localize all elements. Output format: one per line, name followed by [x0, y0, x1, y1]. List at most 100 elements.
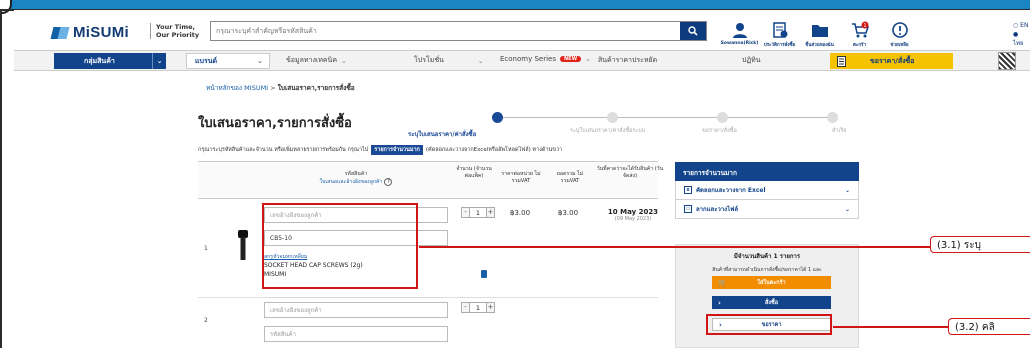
nav-promo[interactable]: โปรโมชั่น ⌄	[414, 55, 484, 66]
user-icon	[732, 23, 747, 38]
table-row: 2 เลขอ้างอิงของลูกค้า รหัสสินค้า - 1 +	[198, 298, 658, 348]
th-ship-date: วันที่คาดว่าจะได้รับสินค้า (วันจัดส่ง)	[596, 166, 664, 179]
file-icon: ▭	[684, 205, 692, 213]
part-number-input[interactable]: รหัสสินค้า	[264, 326, 448, 342]
step-label-2: ระบุใบเสนอราคา/ค่าสั่งซื้อระบบ	[570, 128, 646, 134]
new-badge: NEW	[560, 56, 582, 62]
breadcrumb-home[interactable]: หน้าหลักของ MISUMI	[206, 84, 268, 92]
qty-minus-button[interactable]: -	[461, 207, 470, 218]
nav-saving[interactable]: สินค้าราคาประหยัด	[598, 55, 657, 66]
paste-excel-option[interactable]: x คัดลอกและวางจาก Excel ⌄	[675, 181, 859, 200]
slogan-line1: Your Time,	[156, 23, 195, 31]
nav-category-button[interactable]: กลุ่มสินค้า ⌄	[54, 53, 166, 69]
slogan-line2: Our Priority	[156, 31, 200, 39]
summary-subtitle: สินค้าที่สามารถดำเนินการสั่งซื้อ/ขอราคาไ…	[712, 267, 822, 273]
lang-th-label: ไทย	[1013, 40, 1024, 47]
step-dot-2	[607, 112, 618, 123]
breadcrumb-separator: >	[268, 84, 278, 92]
top-strip	[0, 0, 1030, 9]
th-unit-price: ราคาต่อหน่วย ไม่รวมVAT	[501, 171, 541, 184]
quantity-stepper: - 1 +	[461, 302, 495, 313]
my-parts-label: ชิ้นส่วนของฉัน	[805, 43, 834, 48]
lang-en-option[interactable]: ○ EN	[1013, 21, 1030, 30]
help-circle-icon[interactable]: ?	[384, 178, 393, 186]
highlight-box-quote	[706, 314, 832, 335]
breadcrumb: หน้าหลักของ MISUMI > ใบเสนอราคา,รายการสั…	[206, 83, 355, 93]
order-history-icon	[772, 22, 787, 38]
customer-ref-input[interactable]: เลขอ้างอิงของลูกค้า	[264, 302, 448, 318]
cart-icon: 1	[851, 21, 869, 38]
row-number: 2	[204, 317, 208, 324]
intro-text-after: (คัดลอกและวางจากExcelหรืออัพโหลดไฟล์) ทา…	[425, 147, 563, 153]
order-button[interactable]: › สั่งซื้อ	[712, 296, 831, 309]
breadcrumb-current: ใบเสนอราคา,รายการสั่งซื้อ	[277, 84, 355, 92]
summary-title: มีจำนวนสินค้า 1 รายการ	[733, 253, 801, 260]
nav-saving-label: สินค้าราคาประหยัด	[598, 56, 658, 64]
account-menu[interactable]: Sowanna(Rick)	[720, 21, 759, 48]
step-dot-4	[827, 112, 838, 123]
drag-file-option[interactable]: ▭ ลากและวางไฟล์ ⌄	[675, 200, 859, 219]
order-label: สั่งซื้อ	[764, 299, 779, 306]
drag-file-label: ลากและวางไฟล์	[696, 206, 739, 213]
step-dot-3	[717, 112, 728, 123]
folder-icon	[811, 25, 828, 37]
lang-th-option[interactable]: ● ไทย	[1013, 30, 1030, 48]
nav-category-label: กลุ่มสินค้า	[84, 56, 115, 65]
callout-line-1	[419, 246, 931, 248]
nav-order-button[interactable]: ขอราคา/สั่งซื้อ	[830, 53, 953, 69]
chevron-down-icon: ⌄	[152, 53, 166, 69]
nav-tech-label: ข้อมูลทางเทคนิค	[286, 56, 338, 64]
search-icon	[688, 26, 698, 36]
qty-value[interactable]: 1	[470, 302, 486, 313]
lang-en-label: EN	[1020, 22, 1029, 29]
cart-icon: 🛒	[718, 278, 727, 287]
cart-menu[interactable]: 1 ตะกร้า	[840, 21, 879, 48]
step-label-3: ขอราคา/สั่งซื้อ	[702, 128, 737, 134]
my-parts-menu[interactable]: ชิ้นส่วนของฉัน	[800, 21, 839, 48]
total-price: ฿3.00	[558, 209, 579, 217]
add-to-cart-label: ใส่ในตะกร้า	[757, 279, 786, 286]
ship-date: 10 May 2023 (09 May 2023)	[603, 208, 663, 222]
logo-mark-icon	[52, 26, 70, 40]
language-switch: ○ EN ● ไทย	[1013, 21, 1030, 48]
chevron-down-icon: ⌄	[341, 56, 347, 65]
chevron-down-icon: ⌄	[844, 186, 850, 194]
excel-icon: x	[684, 186, 692, 194]
nav-calendar[interactable]: ปฏิทิน	[742, 55, 761, 66]
table-header: รหัสสินค้า ใบเสนอและอ้างอิงของลูกค้า? จำ…	[198, 161, 663, 199]
progress-steps: ระบุใบเสนอราคา/ค่าสั่งซื้อ ระบุใบเสนอราค…	[408, 112, 872, 138]
qty-plus-button[interactable]: +	[486, 207, 495, 218]
chevron-down-icon: ⌄	[844, 205, 850, 213]
cart-label: ตะกร้า	[852, 43, 866, 48]
slogan: Your Time, Our Priority	[150, 23, 199, 39]
misumi-logo[interactable]: MiSUMi	[52, 24, 129, 41]
order-history-label: ประวัติการสั่งซื้อ	[763, 43, 796, 48]
nav-economy[interactable]: Economy Series NEW ⌄	[500, 55, 591, 63]
trash-icon[interactable]	[481, 270, 487, 278]
main-nav: กลุ่มสินค้า ⌄ แบรนด์ ⌄ ข้อมูลทางเทคนิค ⌄ …	[14, 50, 1030, 71]
callout-line-2	[833, 326, 948, 328]
bulk-list-button[interactable]: รายการจำนวนมาก	[371, 145, 423, 155]
search-input[interactable]	[211, 22, 680, 40]
site-header: MiSUMi Your Time, Our Priority Sowanna(R…	[14, 10, 1030, 50]
search-button[interactable]	[680, 22, 706, 40]
nav-brand-select[interactable]: แบรนด์ ⌄	[186, 53, 270, 69]
step-line	[497, 117, 832, 118]
help-icon	[891, 22, 908, 38]
help-menu[interactable]: ช่วยเหลือ	[880, 21, 919, 48]
page-title: ใบเสนอราคา,รายการสั่งซื้อ	[198, 116, 352, 131]
account-label: Sowanna(Rick)	[720, 41, 759, 46]
qty-plus-button[interactable]: +	[486, 302, 495, 313]
qr-code-icon[interactable]	[998, 52, 1016, 70]
th-customer-ref-link[interactable]: ใบเสนอและอ้างอิงของลูกค้า	[320, 179, 383, 185]
chevron-right-icon: ›	[718, 298, 721, 307]
instructions: กรุณาระบุรหัสสินค้าและจำนวน หรือเพิ่มหลา…	[198, 145, 562, 155]
add-to-cart-button[interactable]: 🛒 ใส่ในตะกร้า	[712, 276, 831, 289]
nav-tech[interactable]: ข้อมูลทางเทคนิค ⌄	[286, 55, 347, 66]
quantity-stepper: - 1 +	[461, 207, 495, 218]
qty-value[interactable]: 1	[470, 207, 486, 218]
nav-calendar-label: ปฏิทิน	[742, 56, 761, 64]
document-icon	[830, 55, 852, 67]
qty-minus-button[interactable]: -	[461, 302, 470, 313]
order-history-menu[interactable]: ประวัติการสั่งซื้อ	[760, 21, 799, 48]
